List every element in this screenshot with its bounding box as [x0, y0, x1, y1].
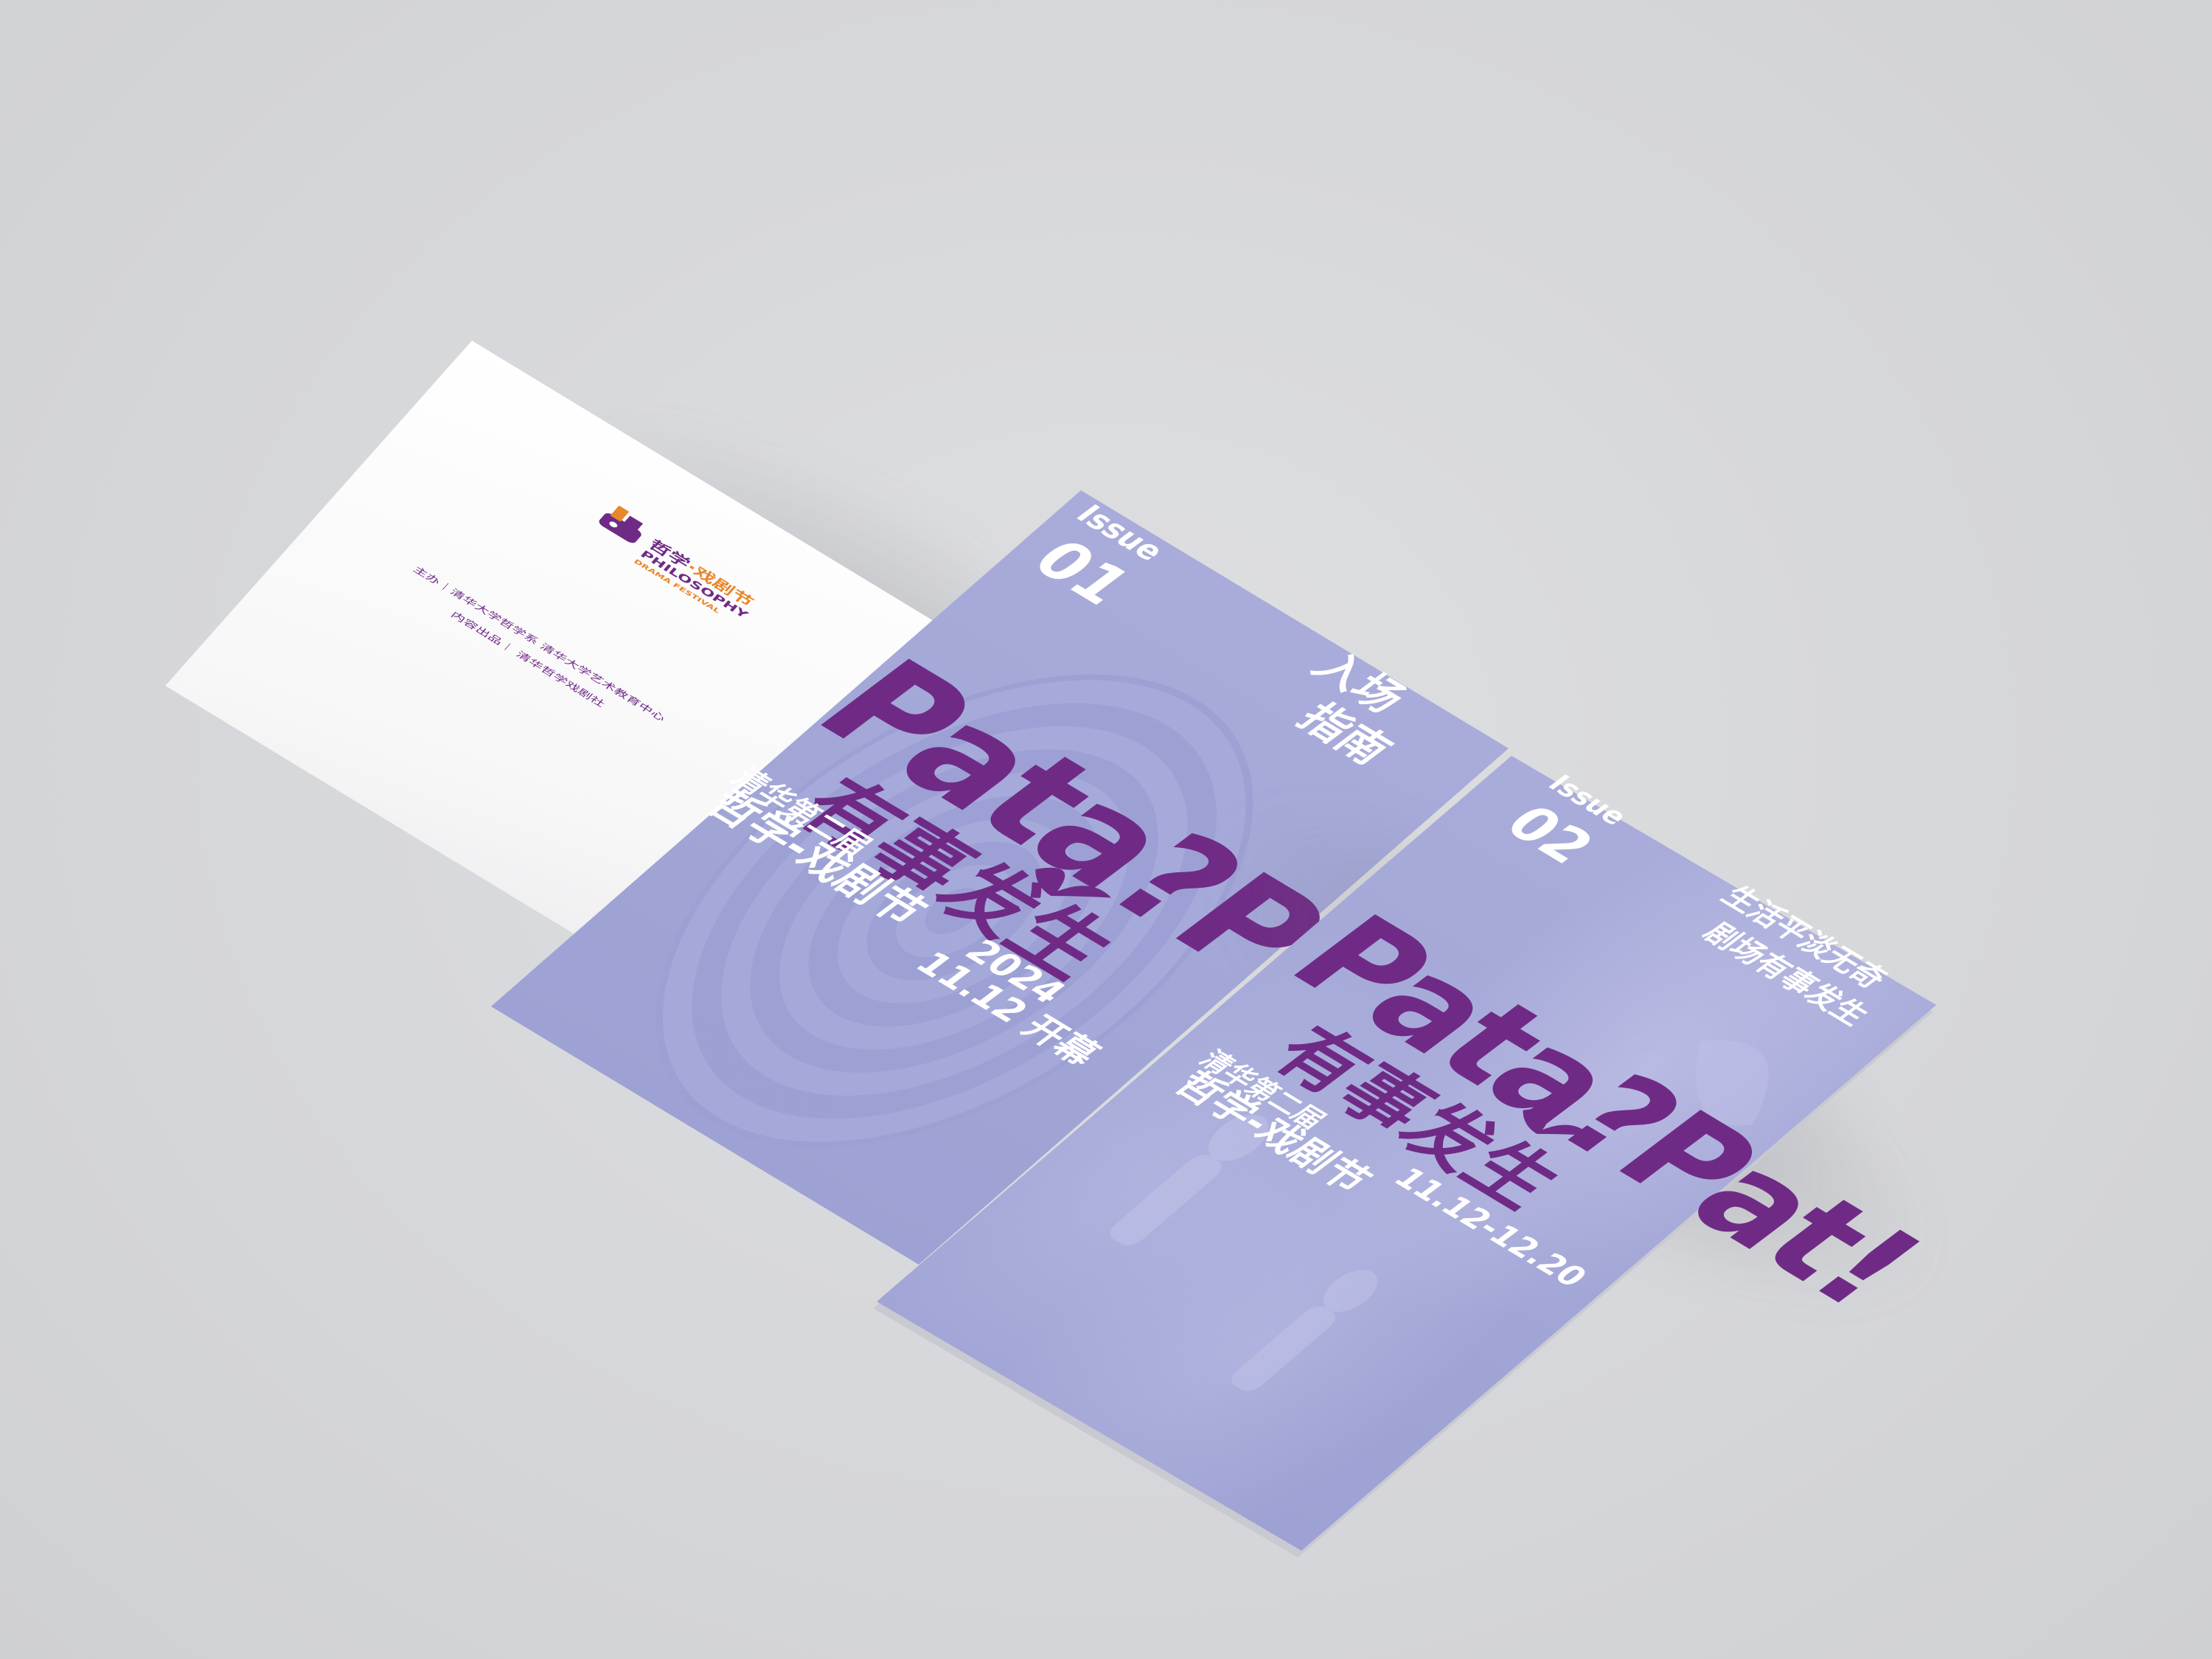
- festival-logo: 哲学·戏剧节 PHILOSOPHY DRAMA FESTIVAL: [574, 496, 771, 635]
- credit-line-organizer: 主办｜清华大学哲学系 清华大学艺术教育中心: [411, 564, 667, 724]
- product-mockup-scene: 哲学·戏剧节 PHILOSOPHY DRAMA FESTIVAL 主办｜清华大学…: [0, 0, 2212, 1659]
- credit-line-producer: 内容出品｜ 清华哲学戏剧社: [448, 609, 607, 709]
